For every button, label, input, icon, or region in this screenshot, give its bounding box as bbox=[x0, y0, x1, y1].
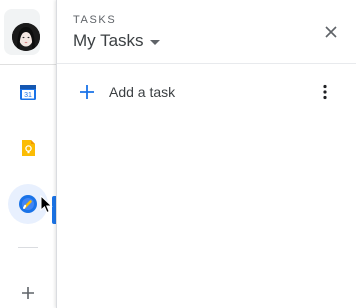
close-icon bbox=[325, 26, 337, 38]
keep-icon bbox=[22, 140, 35, 156]
get-addons-button[interactable] bbox=[8, 273, 48, 308]
chevron-down-icon bbox=[149, 39, 160, 45]
tasks-side-panel-screen: 31 TASKS My Tasks Add a task bbox=[0, 0, 356, 308]
rail-separator bbox=[18, 247, 38, 248]
account-button[interactable] bbox=[4, 9, 40, 55]
tasks-icon bbox=[19, 195, 37, 213]
rail-divider bbox=[0, 64, 56, 65]
side-rail: 31 bbox=[0, 0, 56, 308]
keep-app-button[interactable] bbox=[8, 128, 48, 168]
calendar-icon-date: 31 bbox=[24, 92, 32, 99]
app-title: TASKS bbox=[73, 14, 117, 26]
plus-icon bbox=[77, 82, 97, 102]
add-task-label: Add a task bbox=[109, 84, 176, 100]
list-name: My Tasks bbox=[73, 31, 144, 50]
calendar-app-button[interactable]: 31 bbox=[8, 72, 48, 112]
more-vert-icon bbox=[323, 84, 327, 100]
add-task-button[interactable]: Add a task bbox=[57, 72, 356, 112]
mouse-cursor-icon bbox=[40, 195, 53, 214]
more-options-button[interactable] bbox=[313, 80, 337, 104]
close-button[interactable] bbox=[319, 20, 343, 44]
plus-icon bbox=[22, 287, 34, 299]
calendar-icon: 31 bbox=[20, 85, 36, 100]
list-selector[interactable]: My Tasks bbox=[73, 31, 160, 51]
user-avatar bbox=[12, 23, 40, 51]
avatar-photo-icon bbox=[12, 23, 40, 51]
tasks-panel: TASKS My Tasks Add a task bbox=[56, 0, 356, 308]
panel-header: TASKS My Tasks bbox=[57, 0, 356, 64]
